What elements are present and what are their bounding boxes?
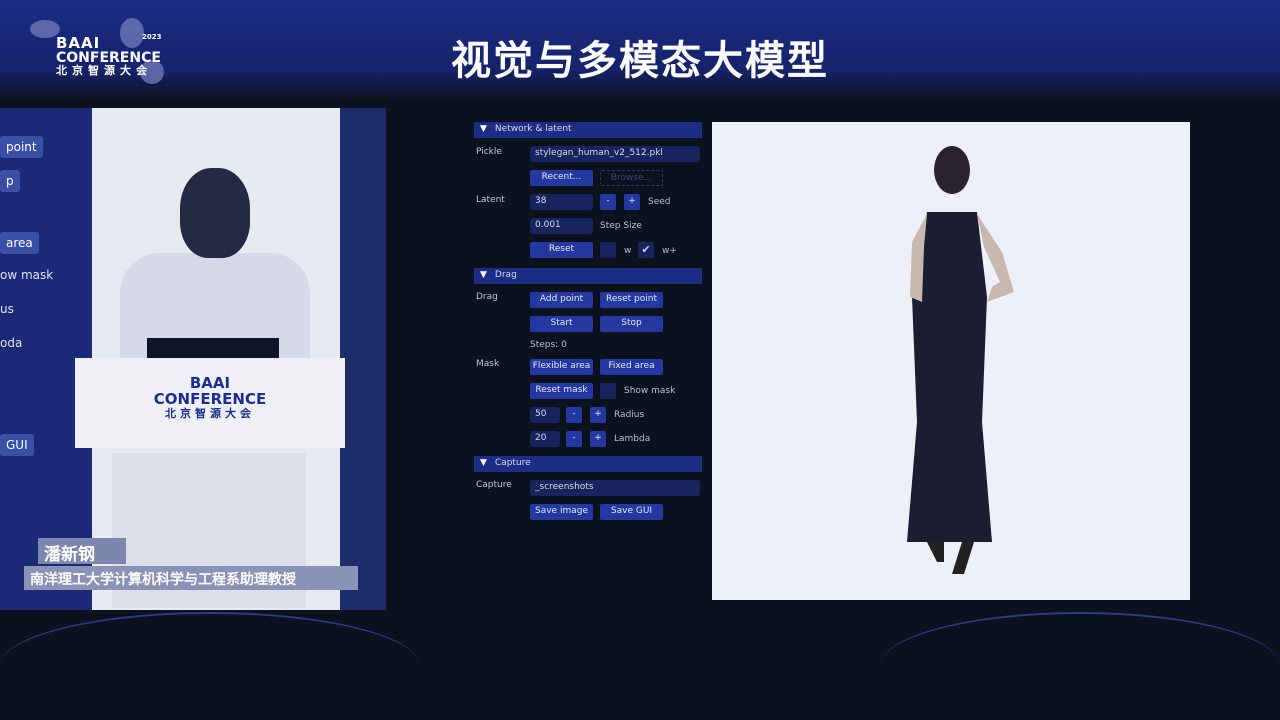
capture-label: Capture (476, 480, 512, 490)
flexible-area-button[interactable]: Flexible area (530, 359, 593, 375)
add-point-button[interactable]: Add point (530, 292, 593, 308)
pickle-label: Pickle (476, 147, 502, 157)
section-title: Network & latent (494, 124, 572, 134)
cropped-text: oda (0, 336, 23, 350)
reset-point-button[interactable]: Reset point (600, 292, 663, 308)
figure-shoes (927, 542, 974, 574)
collapse-triangle-icon: ▼ (480, 270, 487, 280)
generated-image-canvas[interactable] (712, 122, 1190, 600)
cropped-text: us (0, 302, 14, 316)
w-checkbox[interactable] (600, 242, 616, 258)
radius-input[interactable]: 50 (530, 407, 560, 423)
generated-person-image (907, 146, 1014, 574)
section-capture[interactable]: ▼ Capture (474, 456, 702, 472)
mask-label: Mask (476, 359, 500, 369)
wplus-label: w+ (662, 246, 677, 256)
radius-increment-button[interactable]: + (590, 407, 606, 423)
reset-button[interactable]: Reset (530, 242, 593, 258)
seed-label: Seed (648, 197, 671, 207)
w-label: w (624, 246, 632, 256)
cropped-button: GUI (0, 434, 34, 456)
figure-head (934, 146, 970, 194)
cropped-button: p (0, 170, 20, 192)
podium-logo: BAAI CONFERENCE 北京智源大会 (75, 375, 345, 420)
podium-logo-line3: 北京智源大会 (165, 406, 255, 420)
collapse-triangle-icon: ▼ (480, 458, 487, 468)
radius-label: Radius (614, 410, 645, 420)
capture-dir-input[interactable]: _screenshots (530, 480, 700, 496)
decor-arc (0, 612, 420, 720)
speaker-head (180, 168, 250, 258)
speaker-name: 潘新钢 (38, 538, 126, 565)
draggan-control-panel: ▼ Network & latent Pickle stylegan_human_… (474, 122, 702, 532)
lambda-label: Lambda (614, 434, 651, 444)
recent-button[interactable]: Recent... (530, 170, 593, 186)
check-icon: ✔ (641, 243, 651, 256)
section-title: Drag (494, 270, 517, 280)
lambda-increment-button[interactable]: + (590, 431, 606, 447)
section-drag[interactable]: ▼ Drag (474, 268, 702, 284)
save-gui-button[interactable]: Save GUI (600, 504, 663, 520)
latent-label: Latent (476, 195, 505, 205)
radius-decrement-button[interactable]: - (566, 407, 582, 423)
wplus-checkbox[interactable]: ✔ (638, 242, 654, 258)
steps-counter: Steps: 0 (530, 340, 567, 350)
decor-arc (880, 612, 1280, 720)
reset-mask-button[interactable]: Reset mask (530, 383, 593, 399)
slide-title: 视觉与多模态大模型 (451, 38, 829, 84)
curtain (340, 108, 386, 610)
step-size-label: Step Size (600, 221, 642, 231)
speaker-video: point p area ow mask us oda GUI BAAI CON… (0, 108, 386, 610)
lambda-input[interactable]: 20 (530, 431, 560, 447)
section-title: Capture (494, 458, 531, 468)
seed-increment-button[interactable]: + (624, 194, 640, 210)
start-button[interactable]: Start (530, 316, 593, 332)
fixed-area-button[interactable]: Fixed area (600, 359, 663, 375)
cropped-text: ow mask (0, 268, 54, 282)
step-size-input[interactable]: 0.001 (530, 218, 593, 234)
speaker-title: 南洋理工大学计算机科学与工程系助理教授 (24, 566, 358, 590)
cropped-button: area (0, 232, 39, 254)
lambda-decrement-button[interactable]: - (566, 431, 582, 447)
podium-logo-line2: CONFERENCE (153, 389, 267, 408)
browse-button[interactable]: Browse... (600, 170, 663, 186)
collapse-triangle-icon: ▼ (480, 124, 487, 134)
pickle-input[interactable]: stylegan_human_v2_512.pkl (530, 146, 700, 162)
drag-label: Drag (476, 292, 498, 302)
stop-button[interactable]: Stop (600, 316, 663, 332)
show-mask-label: Show mask (624, 386, 676, 396)
section-network-latent[interactable]: ▼ Network & latent (474, 122, 702, 138)
show-mask-checkbox[interactable] (600, 383, 616, 399)
seed-input[interactable]: 38 (530, 194, 593, 210)
cropped-button: point (0, 136, 43, 158)
save-image-button[interactable]: Save image (530, 504, 593, 520)
seed-decrement-button[interactable]: - (600, 194, 616, 210)
